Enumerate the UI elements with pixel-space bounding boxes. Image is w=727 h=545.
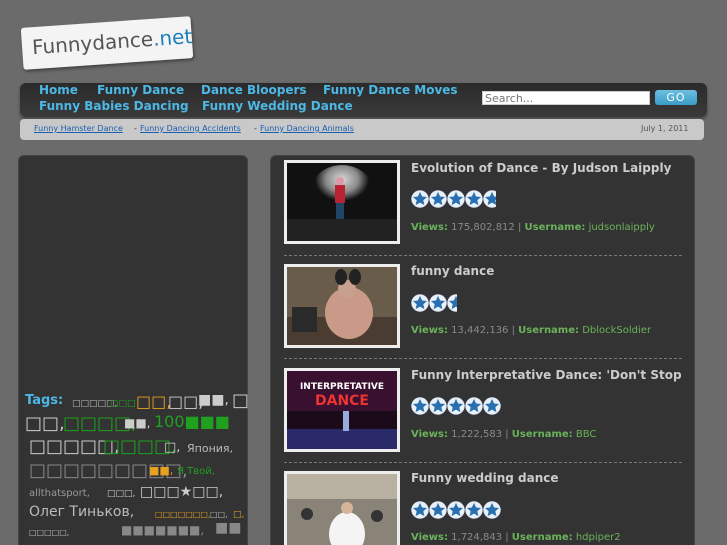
tag-link[interactable]: □□□,: [107, 489, 135, 499]
divider: [284, 462, 682, 463]
tag-link[interactable]: □□□★□□,: [140, 484, 223, 500]
tag-link[interactable]: □,: [164, 440, 180, 455]
tag-link[interactable]: □□,: [25, 413, 65, 434]
star-icon: [411, 190, 429, 208]
tag-link[interactable]: 100■■■: [154, 412, 230, 431]
tag-link[interactable]: ■■: [215, 520, 241, 536]
breadcrumb-separator: -: [134, 124, 137, 133]
star-icon: [465, 501, 483, 519]
star-icon: [429, 501, 447, 519]
star-icon: [411, 397, 429, 415]
tags-label: Tags:: [25, 393, 64, 408]
tag-link[interactable]: □□□□□□□,: [155, 510, 210, 519]
video-title[interactable]: Funny wedding dance: [411, 471, 559, 485]
video-stats: Views: 13,442,136 | Username: DblockSold…: [411, 325, 652, 336]
star-icon: [483, 501, 501, 519]
rating-stars: [411, 501, 503, 519]
star-icon: [483, 190, 496, 208]
nav-funny-babies-dancing[interactable]: Funny Babies Dancing: [39, 99, 189, 113]
tag-link[interactable]: ■■■■■■■,: [121, 523, 204, 537]
star-icon: [465, 190, 483, 208]
breadcrumb-separator: -: [254, 124, 257, 133]
star-icon: [429, 294, 447, 312]
video-title[interactable]: Funny Interpretative Dance: 'Don't Stop: [411, 368, 682, 382]
star-icon: [447, 294, 457, 312]
video-thumbnail[interactable]: [284, 264, 400, 348]
video-title[interactable]: Evolution of Dance - By Judson Laipply: [411, 161, 671, 175]
rating-stars: [411, 397, 503, 415]
nav-funny-wedding-dance[interactable]: Funny Wedding Dance: [202, 99, 353, 113]
username-link[interactable]: hdpiper2: [576, 532, 621, 543]
tag-link[interactable]: Япония,: [187, 442, 233, 455]
tag-link[interactable]: ■■,: [198, 392, 229, 408]
search-input[interactable]: [482, 91, 650, 105]
video-thumbnail[interactable]: INTERPRETATIVE DANCE: [284, 368, 400, 452]
rating-stars: [411, 294, 457, 312]
star-icon: [411, 501, 429, 519]
divider: [284, 255, 682, 256]
divider: [284, 358, 682, 359]
tag-link[interactable]: □□,: [210, 510, 228, 519]
username-link[interactable]: BBC: [576, 429, 597, 440]
site-logo[interactable]: Funnydance.net: [20, 16, 194, 70]
tag-link[interactable]: □□□: [110, 399, 136, 409]
username-link[interactable]: judsonlaipply: [589, 222, 655, 233]
star-icon: [429, 397, 447, 415]
search-go-button[interactable]: GO: [655, 90, 697, 105]
tag-link[interactable]: □: [232, 390, 249, 411]
nav-home[interactable]: Home: [39, 83, 78, 97]
star-icon: [411, 294, 429, 312]
star-icon: [429, 190, 447, 208]
tag-link[interactable]: Я Твой,: [177, 466, 215, 477]
video-stats: Views: 175,802,812 | Username: judsonlai…: [411, 222, 655, 233]
nav-dance-bloopers[interactable]: Dance Bloopers: [201, 83, 307, 97]
video-title[interactable]: funny dance: [411, 264, 494, 278]
nav-funny-dance[interactable]: Funny Dance: [97, 83, 184, 97]
star-icon: [447, 501, 465, 519]
current-date: July 1, 2011: [641, 124, 689, 133]
tag-link[interactable]: □,: [233, 510, 244, 520]
video-stats: Views: 1,724,843 | Username: hdpiper2: [411, 532, 621, 543]
tag-link[interactable]: □□□□□,: [29, 528, 69, 537]
username-link[interactable]: DblockSoldier: [582, 325, 651, 336]
nav-funny-dance-moves[interactable]: Funny Dance Moves: [323, 83, 458, 97]
breadcrumb-link-accidents[interactable]: Funny Dancing Accidents: [140, 124, 241, 133]
tag-link[interactable]: ■■,: [149, 464, 173, 477]
tag-link[interactable]: ■■,: [124, 416, 151, 430]
video-thumbnail[interactable]: [284, 471, 400, 545]
logo-name: Funnydance: [31, 26, 154, 60]
logo-tld: .net: [152, 24, 193, 51]
star-icon: [465, 397, 483, 415]
tag-link[interactable]: Олег Тиньков,: [29, 504, 134, 520]
rating-stars: [411, 190, 496, 208]
star-icon: [483, 397, 501, 415]
tag-link[interactable]: allthatsport,: [29, 488, 90, 499]
video-stats: Views: 1,222,583 | Username: BBC: [411, 429, 597, 440]
video-thumbnail[interactable]: [284, 160, 400, 244]
breadcrumb-link-hamster[interactable]: Funny Hamster Dance: [34, 124, 123, 133]
star-icon: [447, 190, 465, 208]
thumb-text: INTERPRETATIVE: [300, 382, 384, 392]
star-icon: [447, 397, 465, 415]
tag-link[interactable]: □□,: [136, 392, 171, 411]
breadcrumb-link-animals[interactable]: Funny Dancing Animals: [260, 124, 354, 133]
thumb-text: DANCE: [315, 393, 369, 409]
